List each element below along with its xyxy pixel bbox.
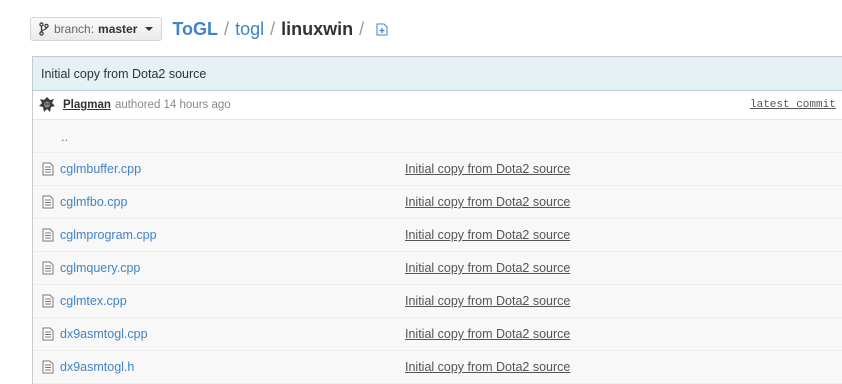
file-text-icon xyxy=(42,162,54,176)
file-row[interactable]: cglmfbo.cpp Initial copy from Dota2 sour… xyxy=(33,186,842,219)
file-row[interactable]: dx9asmtogl.h Initial copy from Dota2 sou… xyxy=(33,351,842,384)
branch-selector-button[interactable]: branch: master xyxy=(30,17,163,41)
file-text-icon xyxy=(42,261,54,275)
file-commit-message-link[interactable]: Initial copy from Dota2 source xyxy=(405,327,570,341)
file-row[interactable]: cglmbuffer.cpp Initial copy from Dota2 s… xyxy=(33,153,842,186)
breadcrumb-separator: / xyxy=(359,18,365,39)
latest-commit-meta: Plagman authored 14 hours ago latest com… xyxy=(33,91,842,120)
file-name-link[interactable]: cglmprogram.cpp xyxy=(60,228,157,242)
file-text-icon xyxy=(42,327,54,341)
commit-message-text: Initial copy from Dota2 source xyxy=(41,66,207,81)
file-commit-message-link[interactable]: Initial copy from Dota2 source xyxy=(405,360,570,374)
latest-commit-link[interactable]: latest commit xyxy=(750,99,836,111)
file-text-icon xyxy=(42,294,54,308)
breadcrumb-repo-root[interactable]: ToGL xyxy=(172,19,218,40)
file-text-icon xyxy=(42,195,54,209)
file-name-link[interactable]: dx9asmtogl.h xyxy=(60,360,134,374)
branch-prefix-label: branch: xyxy=(54,22,95,36)
file-browser-table: Initial copy from Dota2 source Plagman a… xyxy=(32,56,842,384)
file-text-icon xyxy=(42,360,54,374)
file-row[interactable]: cglmprogram.cpp Initial copy from Dota2 … xyxy=(33,219,842,252)
file-add-icon[interactable] xyxy=(376,23,388,36)
breadcrumb: ToGL / togl / linuxwin / xyxy=(172,19,388,40)
file-row[interactable]: dx9asmtogl.cpp Initial copy from Dota2 s… xyxy=(33,318,842,351)
breadcrumb-separator: / xyxy=(224,18,230,39)
file-row[interactable]: cglmtex.cpp Initial copy from Dota2 sour… xyxy=(33,285,842,318)
commit-author-link[interactable]: Plagman xyxy=(63,99,111,111)
file-row[interactable]: cglmquery.cpp Initial copy from Dota2 so… xyxy=(33,252,842,285)
file-text-icon xyxy=(42,228,54,242)
parent-directory-link[interactable]: .. xyxy=(61,129,68,144)
breadcrumb-dir-togl[interactable]: togl xyxy=(235,19,264,40)
parent-directory-row[interactable]: .. xyxy=(33,120,842,153)
repo-toolbar: branch: master ToGL / togl / linuxwin / xyxy=(30,16,388,42)
file-name-link[interactable]: cglmbuffer.cpp xyxy=(60,162,141,176)
branch-name-label: master xyxy=(98,22,138,36)
avatar[interactable] xyxy=(37,95,57,115)
latest-commit-message: Initial copy from Dota2 source xyxy=(33,57,842,91)
chevron-down-icon xyxy=(145,27,154,31)
git-branch-icon xyxy=(39,22,49,36)
file-name-link[interactable]: dx9asmtogl.cpp xyxy=(60,327,148,341)
file-commit-message-link[interactable]: Initial copy from Dota2 source xyxy=(405,195,570,209)
file-name-link[interactable]: cglmfbo.cpp xyxy=(60,195,127,209)
breadcrumb-current-dir: linuxwin xyxy=(281,18,354,39)
file-commit-message-link[interactable]: Initial copy from Dota2 source xyxy=(405,294,570,308)
file-name-link[interactable]: cglmquery.cpp xyxy=(60,261,140,275)
commit-authored-time: authored 14 hours ago xyxy=(114,99,231,111)
breadcrumb-separator: / xyxy=(270,18,276,39)
file-commit-message-link[interactable]: Initial copy from Dota2 source xyxy=(405,162,570,176)
file-name-link[interactable]: cglmtex.cpp xyxy=(60,294,127,308)
file-commit-message-link[interactable]: Initial copy from Dota2 source xyxy=(405,261,570,275)
file-commit-message-link[interactable]: Initial copy from Dota2 source xyxy=(405,228,570,242)
